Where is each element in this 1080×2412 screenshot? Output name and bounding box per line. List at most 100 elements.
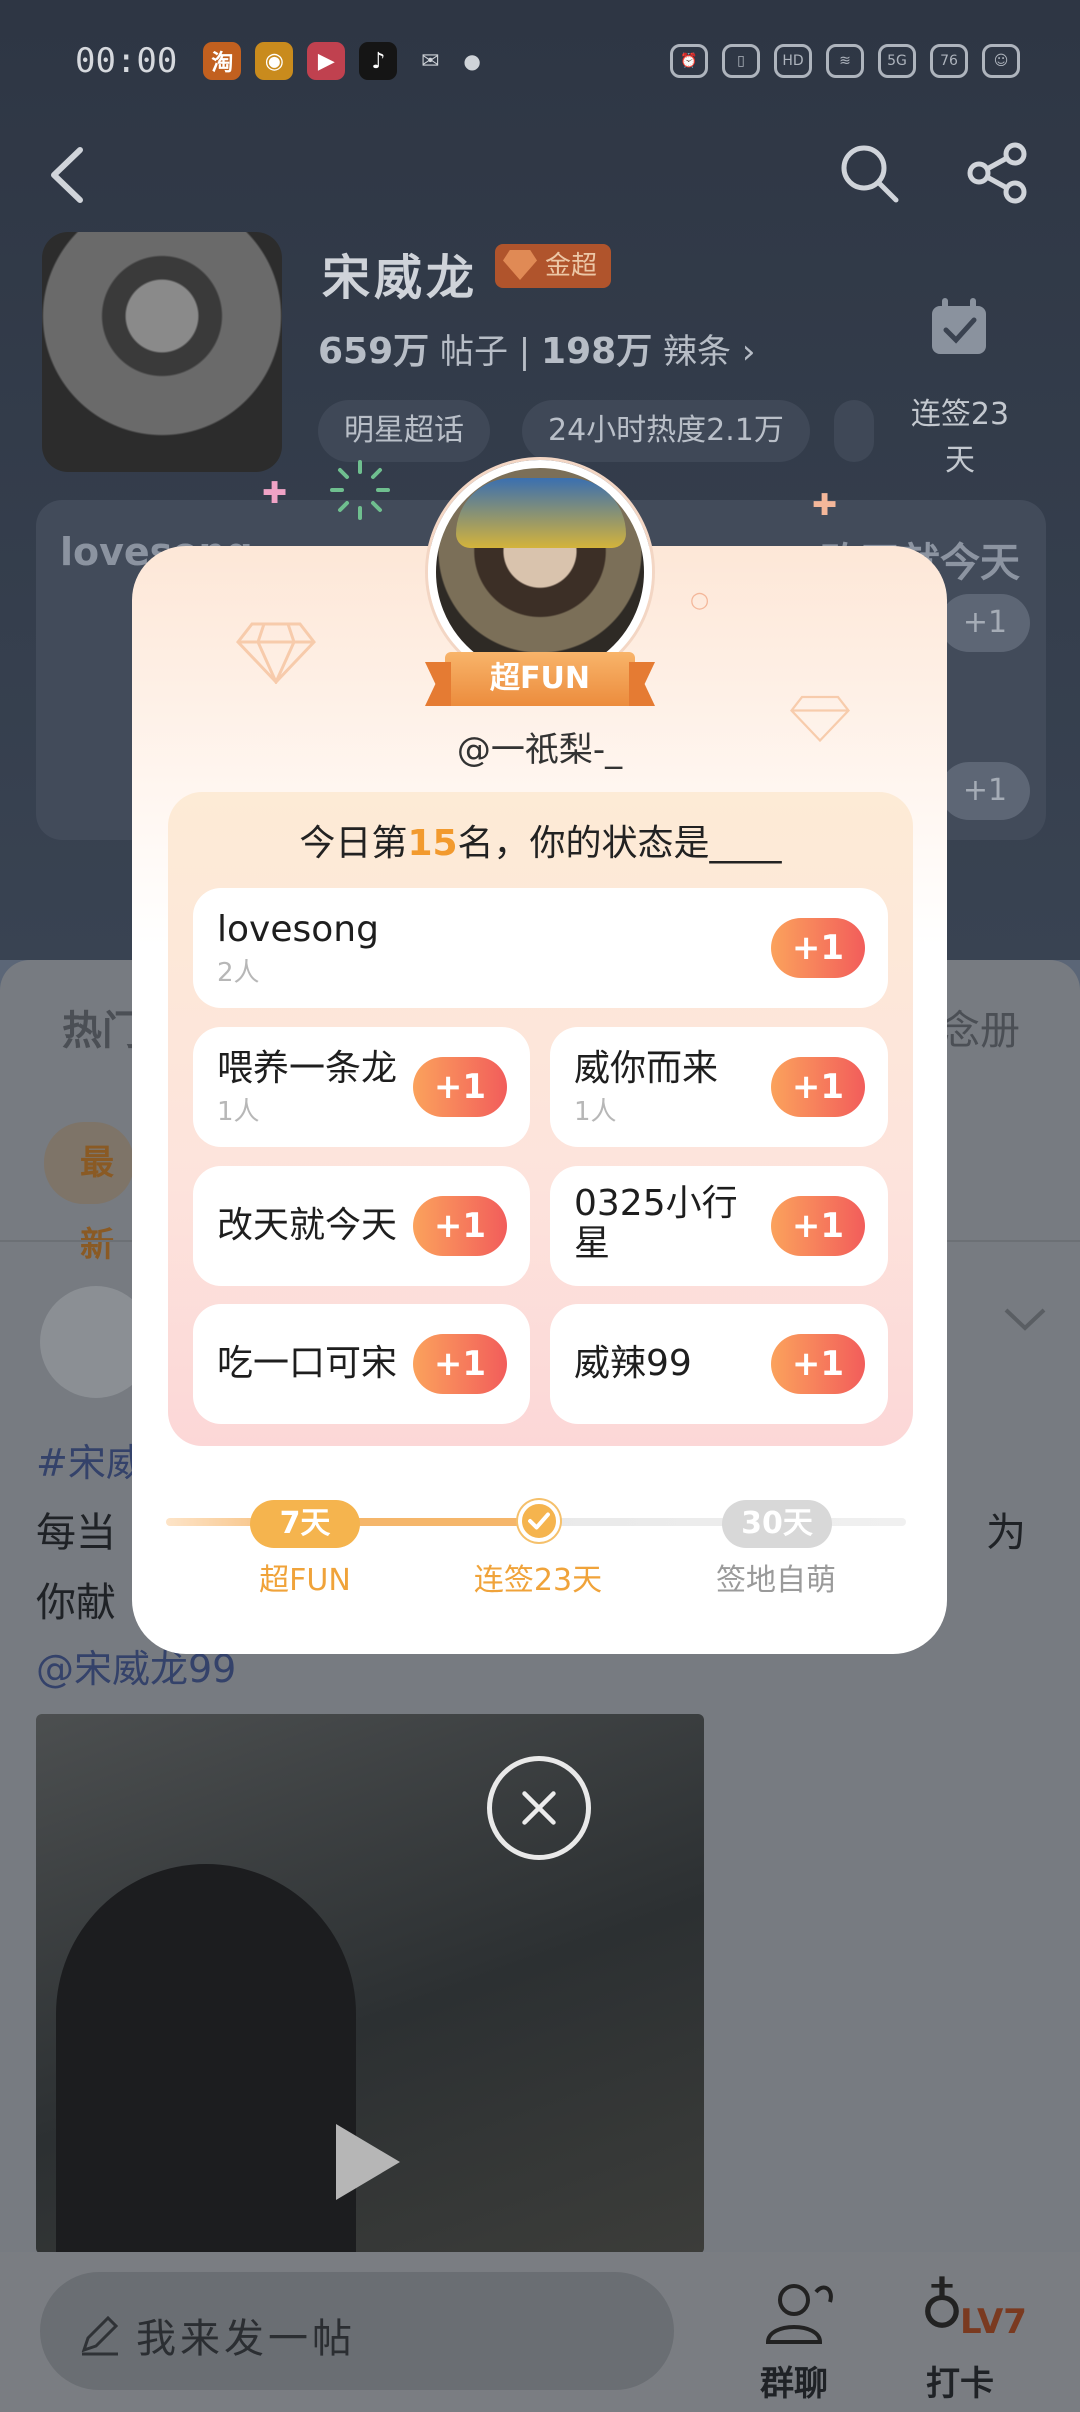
rank-number: 15 [407,823,458,864]
option-name: 改天就今天 [217,1205,398,1246]
bg-plus-button: +1 [940,762,1030,820]
status-option[interactable]: 威你而来 1人 +1 [550,1027,888,1147]
back-icon[interactable] [40,140,100,210]
alarm-icon: ⏰ [670,44,708,78]
fun-badge: 超FUN [445,652,635,706]
tab-hot: 热门 [62,1008,142,1054]
posts-count: 659万 [318,331,430,372]
gold-badge-label: 金超 [545,251,598,281]
gold-super-badge: 金超 [495,244,612,288]
group-chat-icon [765,2284,833,2344]
status-right-icons: ⏰ ▯ HD ≋ 5G 76 ☺ [670,44,1020,78]
option-name: lovesong [217,909,379,950]
option-name: 威辣99 [574,1343,692,1384]
chip-star-topic[interactable]: 明星超话 [318,400,490,462]
milestone-7-days: 7天 [250,1500,360,1548]
milestone-30-days: 30天 [722,1500,832,1548]
vibrate-icon: ▯ [722,44,760,78]
topic-avatar[interactable] [42,232,282,472]
plus-one-button[interactable]: +1 [413,1196,507,1256]
status-question: 今日第15名，你的状态是____ [168,814,913,866]
check-icon [518,1500,560,1542]
post-text-line2: 你献 [36,1580,116,1626]
option-name: 威你而来 [574,1048,719,1089]
calendar-check-icon[interactable] [928,296,990,358]
plus-one-button[interactable]: +1 [771,1057,865,1117]
status-option[interactable]: lovesong 2人 +1 [193,888,888,1008]
plus-one-button[interactable]: +1 [771,1196,865,1256]
post-hashtag: #宋威 [36,1441,144,1485]
milestone-label: 超FUN [259,1563,351,1598]
option-name: 吃一口可宋 [217,1343,398,1384]
chip-more[interactable] [834,400,874,462]
status-option[interactable]: 威辣99 +1 [550,1304,888,1424]
bg-plus-button: +1 [940,594,1030,652]
fans-count: 198万 [541,331,653,372]
avatar-hat [456,478,626,548]
stats-separator: | [518,332,542,372]
title-suffix: 名，你的状态是____ [457,823,782,864]
filter-latest: 最新 [44,1122,134,1265]
topic-stats[interactable]: 659万 帖子 | 198万 辣条 › [318,322,755,374]
level-label: 打卡 [926,2364,994,2404]
fans-label: 辣条 [663,332,732,372]
burst-icon [330,460,390,520]
tab-album: 念册 [940,1008,1020,1054]
diamond-icon [503,250,537,280]
option-count: 2人 [217,958,260,988]
status-time: 00:00 [75,41,178,81]
play-icon [336,2124,400,2200]
post-video [36,1714,704,2254]
user-avatar[interactable] [428,460,652,684]
option-name: 喂养一条龙 [217,1048,398,1089]
sparkle-icon: ✚ [262,476,288,511]
plus-one-button[interactable]: +1 [413,1334,507,1394]
title-prefix: 今日第 [299,823,408,864]
tiktok-icon: ♪ [359,42,398,80]
search-icon[interactable] [836,140,902,206]
plus-one-button[interactable]: +1 [413,1057,507,1117]
posts-label: 帖子 [439,332,508,372]
level-badge: ♁ LV7 [920,2272,1030,2352]
chevron-right-icon: › [741,332,756,372]
face-icon: ☺ [982,44,1020,78]
status-bar: 00:00 淘 ◉ ▶ ♪ ✉ ● ⏰ ▯ HD ≋ 5G 76 ☺ [75,36,1020,86]
post-text-line1: 每当 [36,1510,116,1556]
video-app-icon: ▶ [307,42,346,80]
post-text-line1-end: 为 [986,1510,1026,1556]
sparkle-icon: ✚ [812,488,838,523]
plus-one-button[interactable]: +1 [771,918,865,978]
option-count: 1人 [217,1097,260,1127]
dot-indicator: ● [463,49,481,73]
group-chat-label: 群聊 [760,2364,828,2404]
checkin-streak-label[interactable]: 连签23天 [905,392,1015,484]
plus-one-button[interactable]: +1 [771,1334,865,1394]
pencil-icon [81,2315,119,2356]
share-icon[interactable] [965,140,1031,206]
milestone-label: 连签23天 [473,1563,603,1598]
topic-title: 宋威龙 [322,250,479,306]
status-option[interactable]: 吃一口可宋 +1 [193,1304,530,1424]
option-name: 0325小行星 [574,1183,738,1264]
battery-icon: 76 [930,44,968,78]
chevron-down-icon [1004,1308,1046,1331]
signal-icon: 5G [878,44,916,78]
person-icon: ♁ [920,2272,964,2342]
status-option[interactable]: 喂养一条龙 1人 +1 [193,1027,530,1147]
chip-heat[interactable]: 24小时热度2.1万 [522,400,810,462]
wechat-icon: ✉ [421,48,440,74]
level-text: LV7 [960,2302,1027,2342]
video-person [56,1864,356,2254]
diamond-decoration-icon [236,622,316,684]
username[interactable]: @一祇梨-_ [132,722,947,771]
weibo-icon: ◉ [255,42,294,80]
post-placeholder: 我来发一帖 [136,2316,356,2362]
sparkle-icon: ○ [690,588,710,613]
status-option[interactable]: 改天就今天 +1 [193,1166,530,1286]
milestone-label: 签地自萌 [716,1563,836,1598]
status-option[interactable]: 0325小行星 +1 [550,1166,888,1286]
close-icon[interactable] [487,1756,591,1860]
taobao-icon: 淘 [203,42,242,80]
wifi-icon: ≋ [826,44,864,78]
hd-icon: HD [774,44,812,78]
